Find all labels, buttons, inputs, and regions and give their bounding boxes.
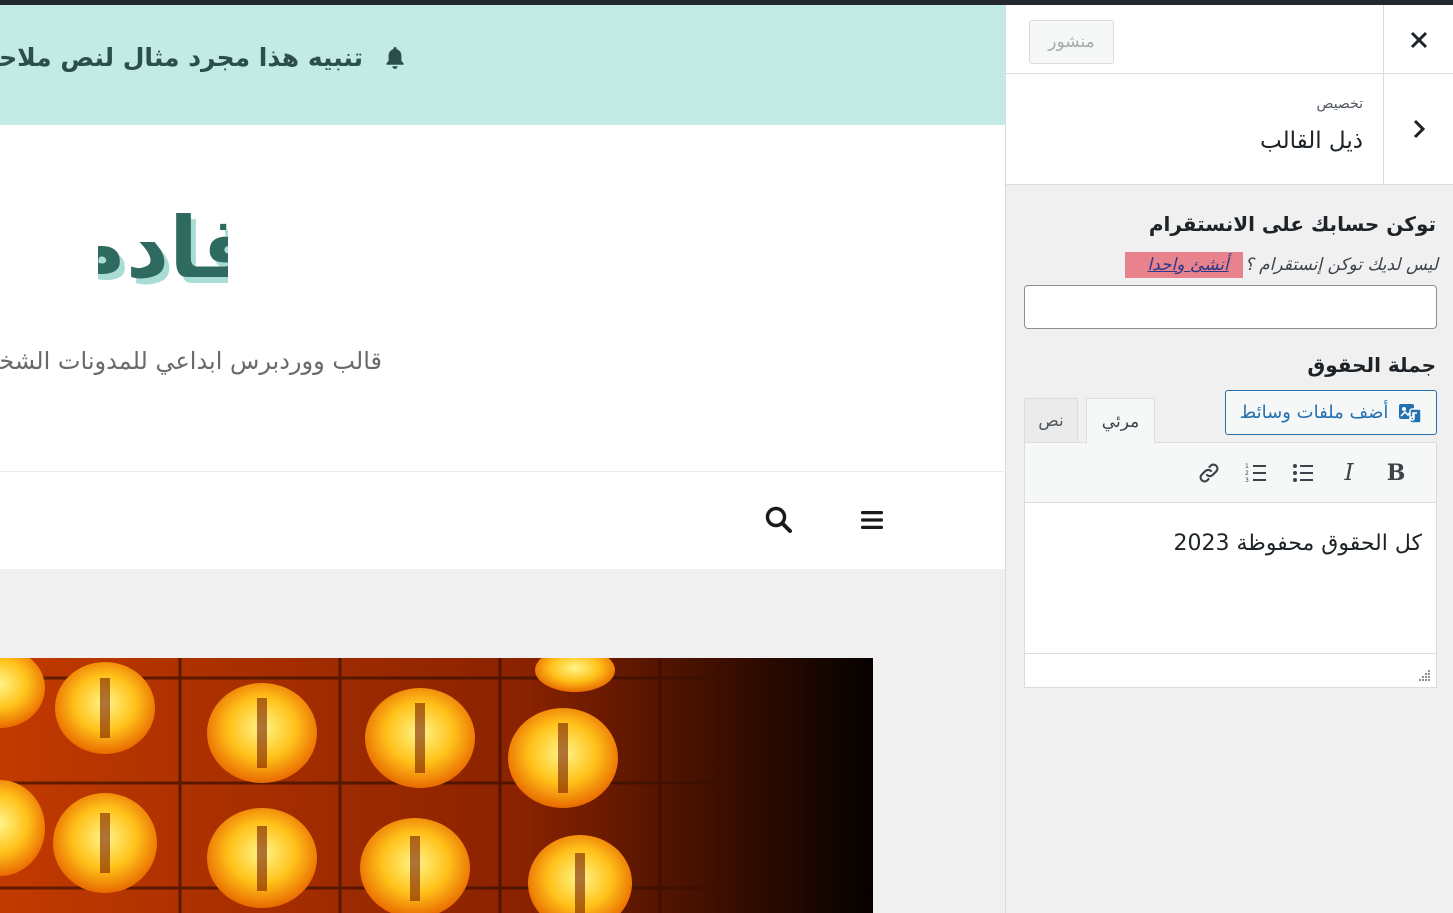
chevron-right-icon [1413,119,1425,139]
menu-icon[interactable] [858,505,886,535]
instagram-token-label: توكن حسابك على الانستقرام [1148,212,1436,236]
add-media-icon [1399,403,1423,424]
section-heading: تخصيص ذيل القالب [1006,74,1453,185]
svg-text:2: 2 [1245,470,1249,477]
site-tagline: قالب ووردبرس ابداعي للمدونات الشخصية [0,347,382,375]
resize-handle-icon[interactable] [1417,668,1431,682]
close-icon [1410,31,1427,48]
notice-bar: تنبيه هذا مجرد مثال لنص ملاحظة [0,5,1005,125]
bulleted-list-icon [1293,464,1313,482]
add-media-button[interactable]: أضف ملفات وسائط [1225,390,1437,435]
site-logo-text: قادم [98,205,228,298]
editor-statusbar [1025,653,1436,687]
instagram-token-description-text: ليس لديك توكن إنستقرام ؟ [1244,255,1438,275]
bold-button[interactable]: B [1380,457,1412,489]
add-media-label: أضف ملفات وسائط [1239,402,1389,423]
copyright-editor[interactable]: B I 1 2 3 كل الحقوق محفوظة 2023 [1024,442,1437,688]
link-icon [1199,463,1219,483]
section-title: ذيل القالب [1259,128,1363,154]
hero-image[interactable] [0,658,873,913]
panel-header: منشور [1006,5,1453,74]
site-logo[interactable]: قادم قادم [98,205,228,330]
site-preview[interactable]: تنبيه هذا مجرد مثال لنص ملاحظة قادم قادم… [0,5,1005,913]
search-icon[interactable] [763,504,795,536]
bell-icon [386,46,404,69]
editor-toolbar: B I 1 2 3 [1025,443,1436,503]
tab-visual[interactable]: مرئي [1086,398,1155,444]
back-button[interactable] [1383,74,1453,184]
create-token-link[interactable]: أنشئ واحدا [1125,252,1243,278]
numbered-list-button[interactable]: 1 2 3 [1240,457,1272,489]
section-context: تخصيص [1316,96,1363,112]
instagram-token-description: ليس لديك توكن إنستقرام ؟ أنشئ واحدا [1125,252,1438,278]
copyright-label: جملة الحقوق [1307,353,1436,377]
italic-button[interactable]: I [1333,457,1365,489]
customizer-panel: منشور تخصيص ذيل القالب توكن حسابك على ال… [1005,5,1453,913]
site-header: قادم قادم قالب ووردبرس ابداعي للمدونات ا… [0,125,1005,472]
notice-text: تنبيه هذا مجرد مثال لنص ملاحظة [0,43,363,72]
lanterns-photo [0,658,873,913]
svg-text:3: 3 [1245,477,1249,484]
publish-button[interactable]: منشور [1029,20,1114,64]
link-button[interactable] [1193,457,1225,489]
svg-text:1: 1 [1245,463,1249,470]
instagram-token-input[interactable] [1024,285,1437,329]
numbered-list-icon: 1 2 3 [1245,463,1266,484]
site-navbar [0,471,1005,569]
tab-text[interactable]: نص [1024,398,1078,443]
editor-content[interactable]: كل الحقوق محفوظة 2023 [1174,531,1422,556]
close-customizer-button[interactable] [1383,5,1453,74]
bulleted-list-button[interactable] [1287,457,1319,489]
